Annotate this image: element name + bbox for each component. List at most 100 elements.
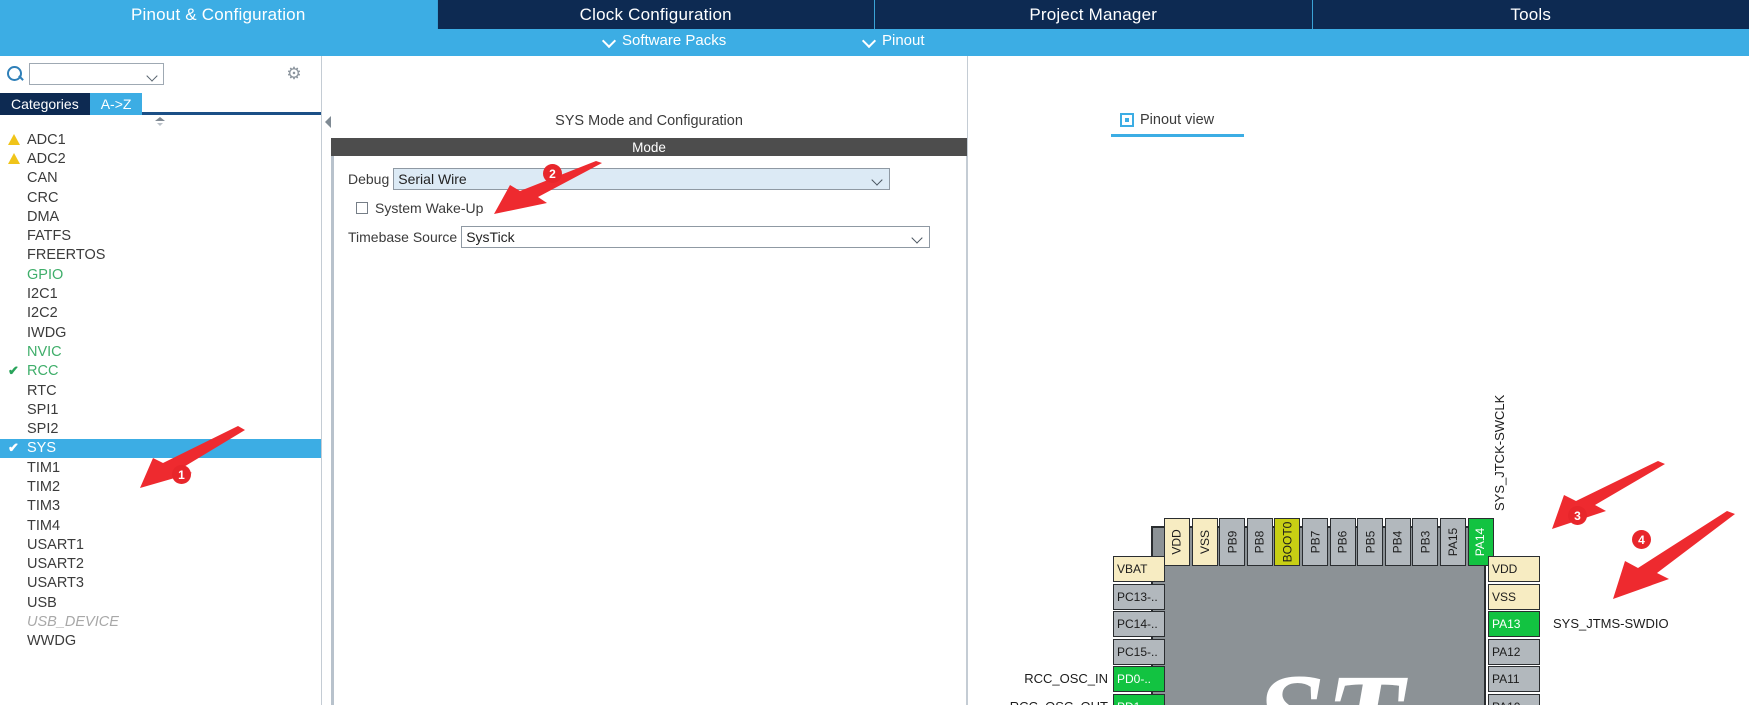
pin-label: PB3 <box>1418 530 1433 554</box>
sidebar-item-label: USART2 <box>27 556 84 573</box>
sidebar-item-adc2[interactable]: ADC2 <box>0 149 321 168</box>
check-icon: ✔ <box>8 363 19 379</box>
sidebar-item-spi1[interactable]: SPI1 <box>0 400 321 419</box>
pin-pa15[interactable]: PA15 <box>1440 518 1466 566</box>
sidebar-item-crc[interactable]: CRC <box>0 188 321 207</box>
pin-pd0[interactable]: PD0-.. <box>1113 666 1165 692</box>
sidebar-item-label: GPIO <box>27 266 64 283</box>
annotation-badge-4: 4 <box>1632 530 1651 549</box>
pin-label: VSS <box>1492 589 1517 604</box>
pin-label: PB4 <box>1390 530 1405 554</box>
sidebar-item-i2c1[interactable]: I2C1 <box>0 284 321 303</box>
timebase-select[interactable]: SysTick <box>461 226 931 248</box>
sidebar-item-i2c2[interactable]: I2C2 <box>0 304 321 323</box>
menu-pinout[interactable]: Pinout <box>864 32 925 49</box>
pin-vss[interactable]: VSS <box>1488 583 1540 610</box>
annotation-arrow-4 <box>1613 511 1735 599</box>
chevron-down-icon <box>864 35 875 46</box>
sidebar-item-usb[interactable]: USB <box>0 593 321 612</box>
pin-label: PB6 <box>1335 530 1350 554</box>
warning-triangle-icon <box>8 133 27 147</box>
sidebar-item-dma[interactable]: DMA <box>0 207 321 226</box>
debug-select[interactable]: Serial Wire <box>393 168 891 190</box>
sidebar-item-rcc[interactable]: ✔ RCC <box>0 362 321 381</box>
pin-label: PC15-.. <box>1117 644 1158 659</box>
tab-a-to-z[interactable]: A->Z <box>89 93 143 115</box>
pin-pd1[interactable]: PD1-.. <box>1113 693 1165 705</box>
sidebar-item-adc1[interactable]: ADC1 <box>0 130 321 149</box>
pin-label: BOOT0 <box>1280 521 1295 563</box>
sidebar-item-tim3[interactable]: TIM3 <box>0 497 321 516</box>
scroll-spinner-icon <box>154 117 167 128</box>
pin-vdd[interactable]: VDD <box>1488 556 1540 582</box>
pin-pc14[interactable]: PC14-.. <box>1113 611 1165 637</box>
sidebar-item-nvic[interactable]: NVIC <box>0 342 321 361</box>
sidebar-item-iwdg[interactable]: IWDG <box>0 323 321 342</box>
system-wakeup-checkbox[interactable] <box>356 202 368 214</box>
pin-label: PA13 <box>1492 617 1521 631</box>
tab-project-manager[interactable]: Project Manager <box>875 0 1313 29</box>
list-scroll-indicator[interactable] <box>0 115 321 130</box>
pin-pa12[interactable]: PA12 <box>1488 638 1540 665</box>
pin-pb5[interactable]: PB5 <box>1357 518 1384 566</box>
sidebar-item-freertos[interactable]: FREERTOS <box>0 246 321 265</box>
sidebar-item-rtc[interactable]: RTC <box>0 381 321 400</box>
sidebar-item-usart1[interactable]: USART1 <box>0 535 321 554</box>
sidebar-item-label: USB_DEVICE <box>27 614 119 631</box>
sidebar-item-usart2[interactable]: USART2 <box>0 555 321 574</box>
tab-label: Project Manager <box>1029 4 1158 24</box>
annotation-badge-2: 2 <box>543 164 562 183</box>
sidebar-item-label: IWDG <box>27 324 67 341</box>
mode-header-label: Mode <box>632 139 666 155</box>
sidebar-item-tim4[interactable]: TIM4 <box>0 516 321 535</box>
sidebar-item-wwdg[interactable]: WWDG <box>0 632 321 651</box>
sidebar-item-label: CRC <box>27 189 59 206</box>
tab-pinout-configuration[interactable]: Pinout & Configuration <box>0 0 438 29</box>
pin-pd1-net-label: RCC_OSC_OUT <box>1010 699 1108 705</box>
sidebar-item-can[interactable]: CAN <box>0 169 321 188</box>
search-input[interactable] <box>29 63 164 85</box>
sidebar-item-usart3[interactable]: USART3 <box>0 574 321 593</box>
pin-pa13[interactable]: PA13 <box>1488 611 1540 637</box>
sidebar-item-usb-device[interactable]: USB_DEVICE <box>0 612 321 631</box>
sidebar-item-label: RTC <box>27 382 57 399</box>
sidebar-item-label: SPI2 <box>27 421 59 438</box>
timebase-label: Timebase Source <box>348 229 458 245</box>
debug-selected-value: Serial Wire <box>398 171 467 187</box>
pin-label: VDD <box>1170 529 1184 555</box>
sidebar-item-label: DMA <box>27 208 60 225</box>
main-tab-bar: Pinout & Configuration Clock Configurati… <box>0 0 1749 29</box>
pin-pb6[interactable]: PB6 <box>1329 518 1356 566</box>
panel-splitter[interactable] <box>322 56 331 705</box>
pin-pa11[interactable]: PA11 <box>1488 666 1540 692</box>
pin-label: PB5 <box>1363 530 1378 554</box>
pin-pc13[interactable]: PC13-.. <box>1113 583 1165 610</box>
chevron-down-icon <box>871 174 883 186</box>
pin-pb7[interactable]: PB7 <box>1302 518 1328 566</box>
tab-categories[interactable]: Categories <box>0 93 90 115</box>
sidebar-item-gpio[interactable]: GPIO <box>0 265 321 284</box>
pin-pc15[interactable]: PC15-.. <box>1113 638 1165 665</box>
st-logo: ST <box>1249 654 1409 705</box>
menu-software-packs[interactable]: Software Packs <box>604 32 726 49</box>
annotation-badge-1: 1 <box>172 465 191 484</box>
pin-vss[interactable]: VSS <box>1191 518 1218 566</box>
sidebar-item-fatfs[interactable]: FATFS <box>0 226 321 245</box>
pin-boot0[interactable]: BOOT0 <box>1274 518 1301 566</box>
sidebar-item-label: USB <box>27 594 57 611</box>
pin-vbat[interactable]: VBAT <box>1113 556 1165 582</box>
pin-pb9[interactable]: PB9 <box>1219 518 1246 566</box>
sidebar-item-label: RCC <box>27 363 59 380</box>
gear-icon[interactable]: ⚙ <box>285 65 303 83</box>
pin-pa10[interactable]: PA10 <box>1488 693 1540 705</box>
pin-vdd[interactable]: VDD <box>1164 518 1190 566</box>
pin-pb8[interactable]: PB8 <box>1246 518 1273 566</box>
pin-pb4[interactable]: PB4 <box>1384 518 1411 566</box>
sidebar-item-label: WWDG <box>27 633 77 650</box>
tab-tools[interactable]: Tools <box>1312 0 1749 29</box>
system-wakeup-row[interactable]: System Wake-Up <box>334 200 966 216</box>
debug-row: Debug Serial Wire <box>334 168 966 190</box>
pin-pb3[interactable]: PB3 <box>1412 518 1439 566</box>
pin-pd0-net-label: RCC_OSC_IN <box>1024 671 1108 686</box>
tab-clock-configuration[interactable]: Clock Configuration <box>437 0 875 29</box>
